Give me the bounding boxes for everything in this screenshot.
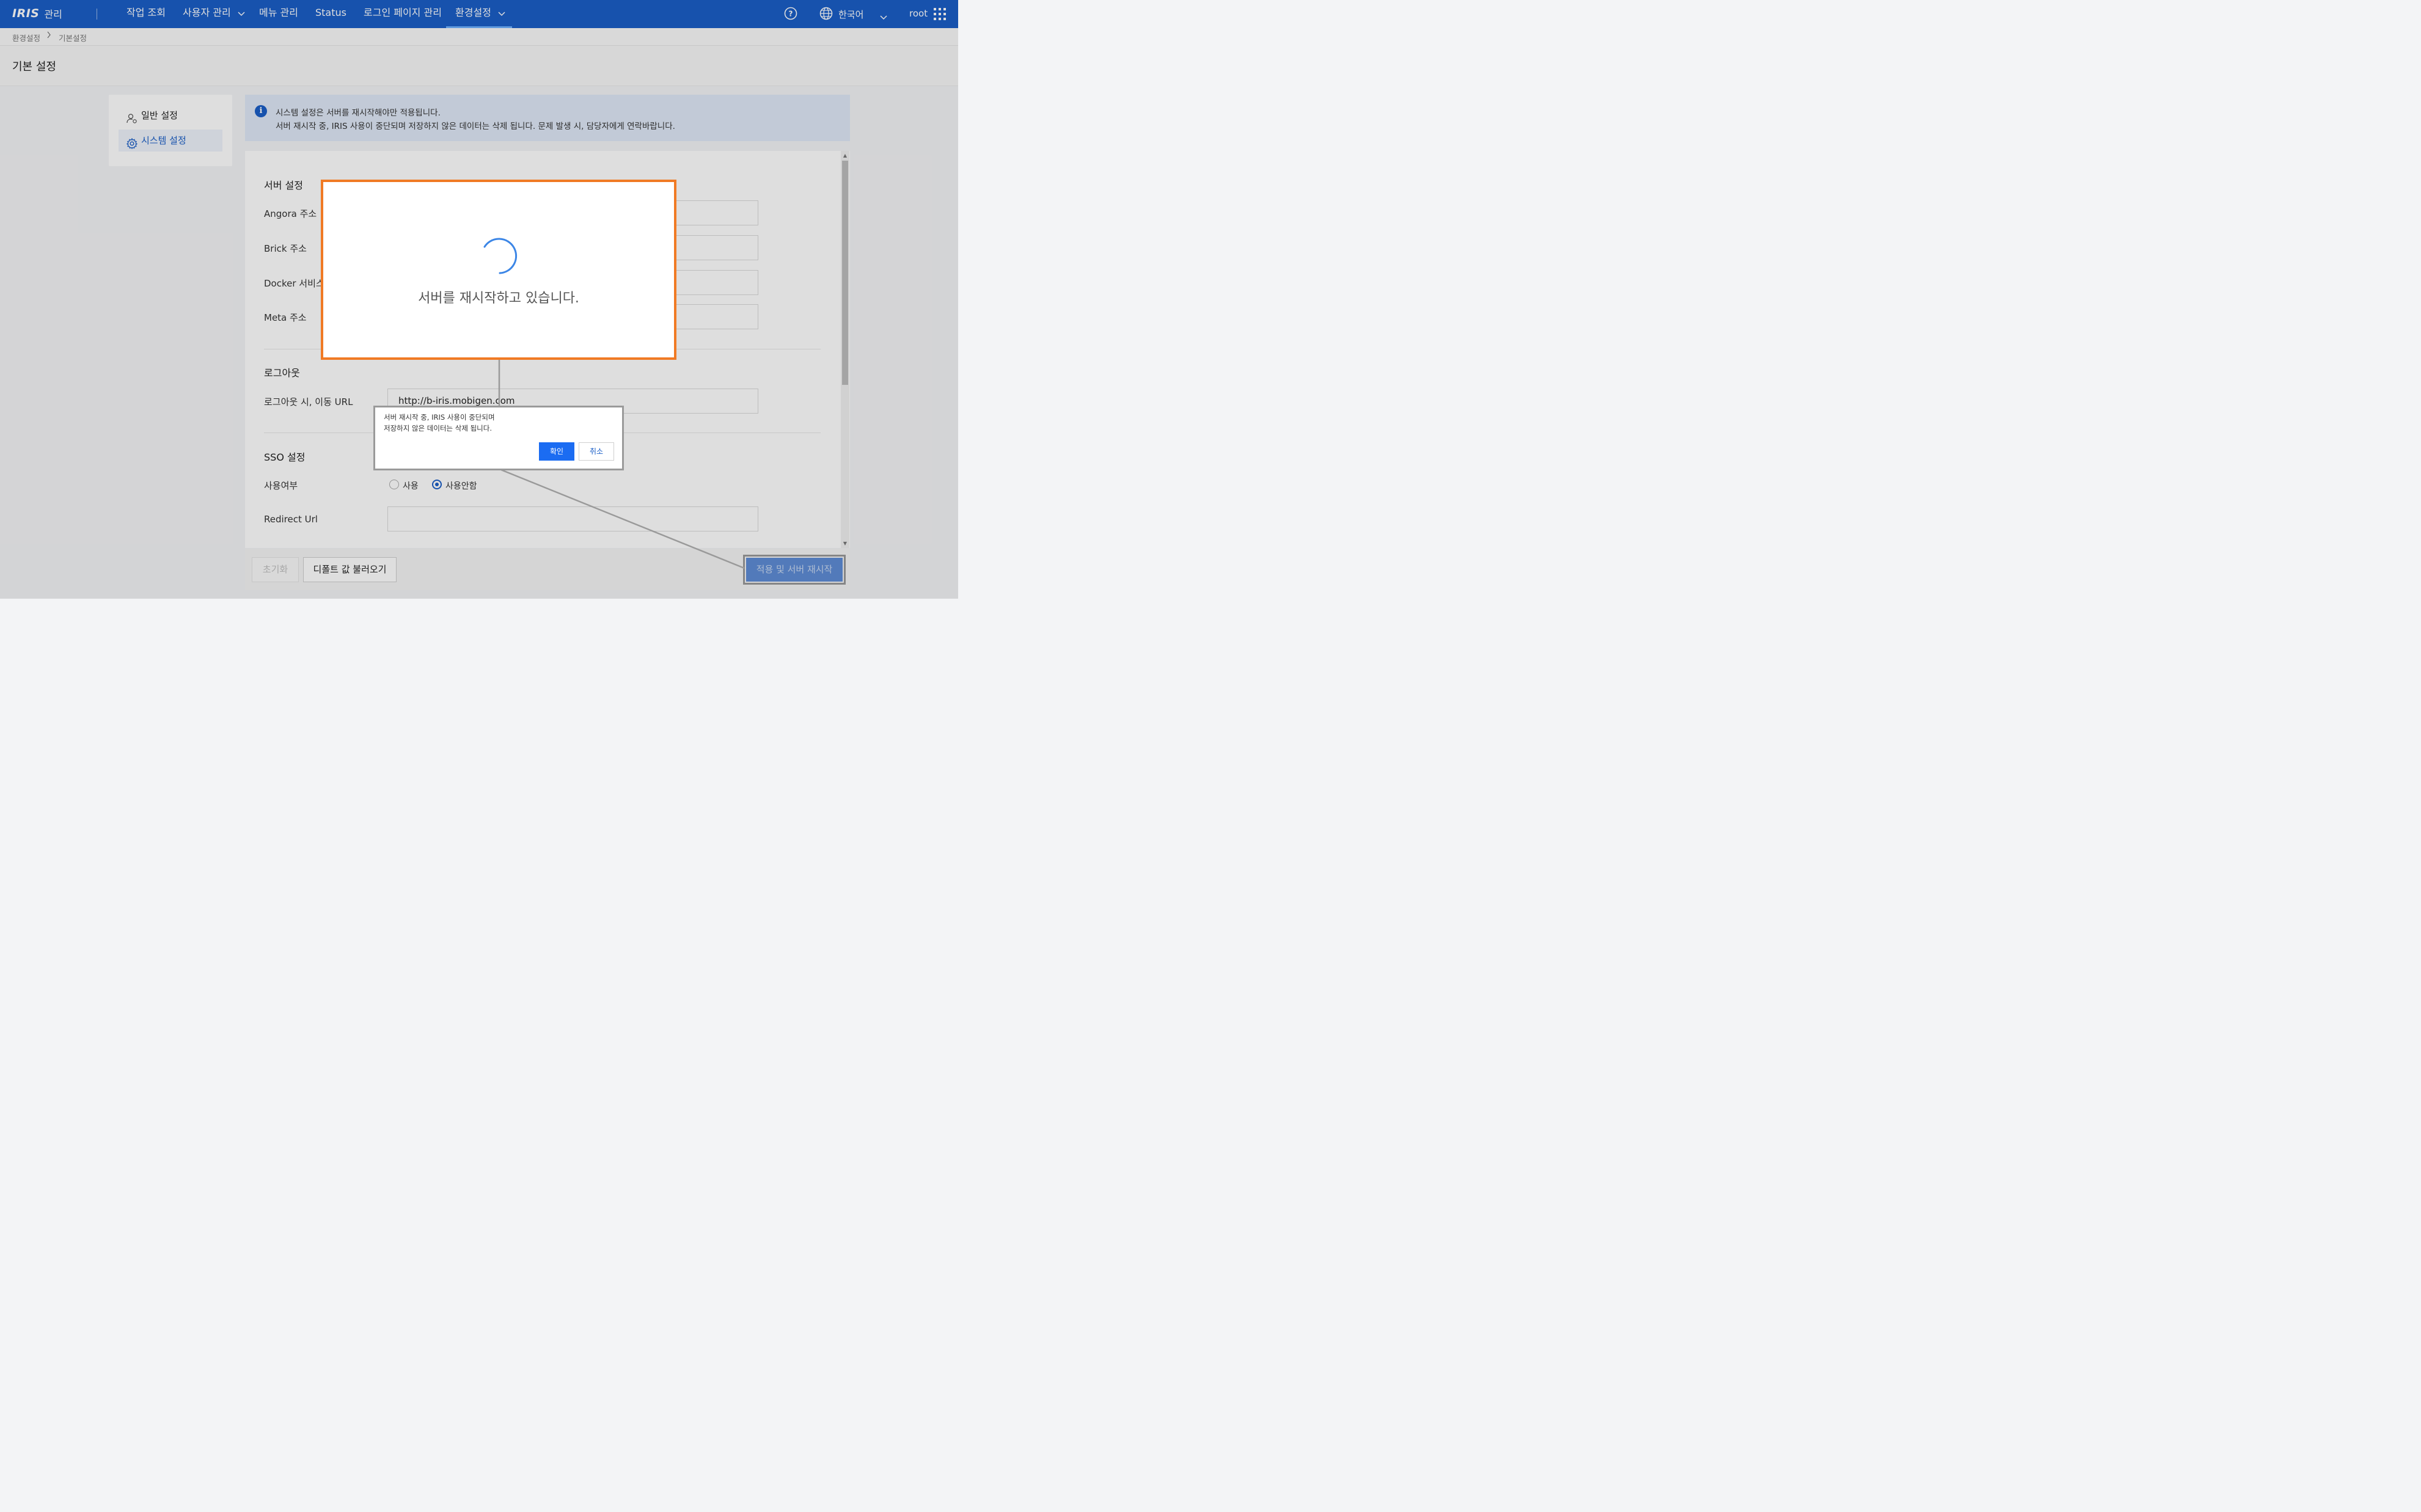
confirm-ok-button[interactable]: 확인: [539, 442, 574, 461]
server-restart-loading-modal: 서버를 재시작하고 있습니다.: [321, 180, 676, 360]
restart-confirm-dialog: 서버 재시작 중, IRIS 사용이 중단되며 저장하지 않은 데이터는 삭제 …: [373, 406, 624, 470]
loading-message: 서버를 재시작하고 있습니다.: [418, 291, 579, 306]
loading-spinner-icon: [481, 237, 519, 277]
dialog-message-line1: 서버 재시작 중, IRIS 사용이 중단되며: [384, 413, 495, 422]
dialog-message-line2: 저장하지 않은 데이터는 삭제 됩니다.: [384, 424, 492, 433]
confirm-cancel-button[interactable]: 취소: [579, 442, 614, 461]
